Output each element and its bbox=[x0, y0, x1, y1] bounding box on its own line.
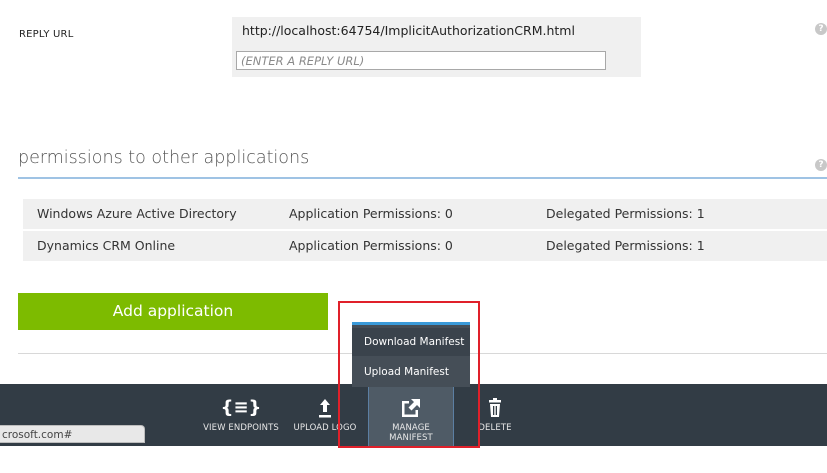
permission-row[interactable]: Dynamics CRM Online Application Permissi… bbox=[23, 231, 827, 261]
external-link-icon bbox=[402, 399, 420, 417]
manage-manifest-button[interactable]: MANAGE MANIFEST bbox=[368, 384, 454, 446]
upload-manifest-menu-item[interactable]: Upload Manifest bbox=[352, 358, 470, 386]
delegated-permissions: Delegated Permissions: 1 bbox=[546, 238, 705, 253]
reply-url-input[interactable] bbox=[236, 51, 606, 70]
add-application-button[interactable]: Add application bbox=[18, 293, 328, 330]
upload-logo-button[interactable]: UPLOAD LOGO bbox=[290, 384, 360, 446]
permission-app-name[interactable]: Dynamics CRM Online bbox=[37, 238, 175, 253]
manage-manifest-label-line1: MANAGE bbox=[392, 423, 430, 433]
permissions-section-title: permissions to other applications bbox=[18, 148, 310, 168]
manage-manifest-label: MANAGE MANIFEST bbox=[369, 423, 453, 443]
manifest-dropdown-menu: Download Manifest Upload Manifest bbox=[352, 322, 470, 387]
upload-icon bbox=[319, 399, 331, 418]
endpoints-icon: {≡} bbox=[220, 397, 262, 418]
application-permissions: Application Permissions: 0 bbox=[289, 238, 453, 253]
trash-icon bbox=[489, 398, 501, 417]
browser-status-url: crosoft.com# bbox=[0, 425, 145, 443]
download-manifest-menu-item[interactable]: Download Manifest bbox=[352, 328, 470, 356]
delegated-permissions: Delegated Permissions: 1 bbox=[546, 206, 705, 221]
manage-manifest-label-line2: MANIFEST bbox=[389, 433, 433, 443]
upload-logo-label: UPLOAD LOGO bbox=[293, 423, 357, 433]
delete-button[interactable]: DELETE bbox=[472, 384, 518, 446]
reply-url-label: REPLY URL bbox=[19, 29, 74, 40]
section-divider bbox=[18, 177, 827, 179]
reply-url-value[interactable]: http://localhost:64754/ImplicitAuthoriza… bbox=[242, 23, 575, 38]
permission-app-name[interactable]: Windows Azure Active Directory bbox=[37, 206, 237, 221]
help-icon[interactable]: ? bbox=[815, 159, 827, 171]
application-permissions: Application Permissions: 0 bbox=[289, 206, 453, 221]
permission-row[interactable]: Windows Azure Active Directory Applicati… bbox=[23, 199, 827, 229]
view-endpoints-button[interactable]: {≡} VIEW ENDPOINTS bbox=[200, 384, 282, 446]
delete-label: DELETE bbox=[478, 423, 512, 433]
view-endpoints-label: VIEW ENDPOINTS bbox=[203, 423, 279, 433]
help-icon[interactable]: ? bbox=[815, 23, 827, 35]
